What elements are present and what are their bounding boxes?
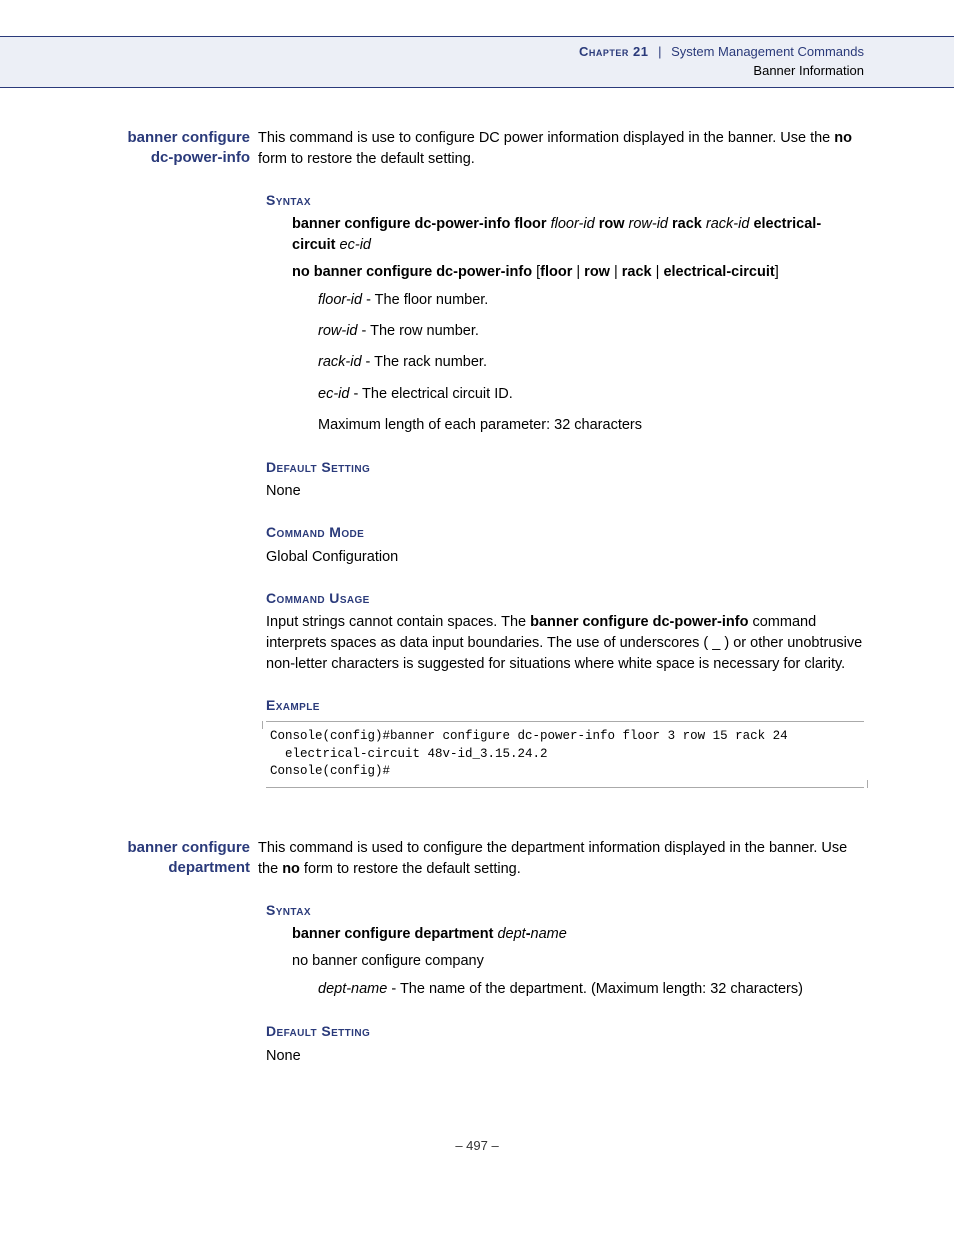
syn-kw: electrical-circuit <box>663 264 774 280</box>
example-heading: Example <box>266 695 864 715</box>
command-name: banner configure department <box>90 838 258 879</box>
param-desc: - The row number. <box>357 323 478 339</box>
syn-bar: | <box>610 264 622 280</box>
usage-text: Input strings cannot contain spaces. The… <box>266 612 864 675</box>
syn-kw: floor <box>540 264 572 280</box>
command-description: This command is use to configure DC powe… <box>258 128 864 170</box>
param-desc: - The floor number. <box>362 292 488 308</box>
param-dept-name: dept-name - The name of the department. … <box>318 978 864 1001</box>
desc-text: This command is use to configure DC powe… <box>258 130 834 146</box>
syn-arg: row-id <box>629 216 668 232</box>
desc-text2: form to restore the default setting. <box>258 151 475 167</box>
chapter-title: System Management Commands <box>671 44 864 59</box>
usage-bold: banner configure dc-power-info <box>530 614 748 630</box>
cmd-name-l2: department <box>168 859 250 876</box>
syn-kw: rack <box>622 264 652 280</box>
param-name: dept-name <box>318 981 387 997</box>
desc-no: no <box>282 861 300 877</box>
syntax-line-1: banner configure department dept-name <box>292 924 864 945</box>
syn-bar: | <box>572 264 584 280</box>
syn-bar: | <box>652 264 664 280</box>
header-line1: Chapter 21 | System Management Commands <box>0 43 864 62</box>
param-floor-id: floor-id - The floor number. <box>318 289 864 312</box>
section-gap <box>90 798 864 838</box>
syn-arg: floor-id <box>551 216 595 232</box>
command-body: Syntax banner configure dc-power-info fl… <box>266 190 864 788</box>
syn-kw: no banner configure dc-power-info <box>292 264 532 280</box>
syntax-line-2: no banner configure dc-power-info [floor… <box>292 262 864 283</box>
syn-kw: banner configure department <box>292 926 493 942</box>
content-area: banner configure dc-power-info This comm… <box>0 128 954 1067</box>
cmd-name-l1: banner configure <box>127 129 250 146</box>
param-rack-id: rack-id - The rack number. <box>318 351 864 374</box>
example-code-block: Console(config)#banner configure dc-powe… <box>266 721 864 788</box>
command-name: banner configure dc-power-info <box>90 128 258 169</box>
param-desc: - The name of the department. (Maximum l… <box>387 981 803 997</box>
command-body: Syntax banner configure department dept-… <box>266 900 864 1067</box>
command-department: banner configure department This command… <box>90 838 864 880</box>
desc-no: no <box>834 130 852 146</box>
syn-kw: row <box>599 216 625 232</box>
default-value: None <box>266 1046 864 1067</box>
param-name: rack-id <box>318 354 362 370</box>
command-dc-power-info: banner configure dc-power-info This comm… <box>90 128 864 170</box>
default-value: None <box>266 481 864 502</box>
command-description: This command is used to configure the de… <box>258 838 864 880</box>
desc-text2: form to restore the default setting. <box>300 861 521 877</box>
syn-kw: row <box>584 264 610 280</box>
syn-arg: name <box>531 926 567 942</box>
param-name: ec-id <box>318 386 349 402</box>
mode-value: Global Configuration <box>266 547 864 568</box>
usage-heading: Command Usage <box>266 588 864 608</box>
default-heading: Default Setting <box>266 457 864 477</box>
param-max-length: Maximum length of each parameter: 32 cha… <box>318 414 864 437</box>
syntax-heading: Syntax <box>266 190 864 210</box>
syntax-heading: Syntax <box>266 900 864 920</box>
param-desc: - The rack number. <box>362 354 487 370</box>
syn-arg: dept <box>497 926 525 942</box>
header-separator: | <box>658 44 661 59</box>
page-footer: – 497 – <box>0 1137 954 1156</box>
default-heading: Default Setting <box>266 1021 864 1041</box>
param-name: floor-id <box>318 292 362 308</box>
cmd-name-l1: banner configure <box>127 839 250 856</box>
param-row-id: row-id - The row number. <box>318 320 864 343</box>
param-ec-id: ec-id - The electrical circuit ID. <box>318 383 864 406</box>
syn-kw: rack <box>672 216 702 232</box>
param-desc: - The electrical circuit ID. <box>349 386 512 402</box>
mode-heading: Command Mode <box>266 522 864 542</box>
syntax-line-1: banner configure dc-power-info floor flo… <box>292 214 864 256</box>
syn-bracket: ] <box>775 264 779 280</box>
syn-kw: banner configure dc-power-info floor <box>292 216 547 232</box>
header-subtitle: Banner Information <box>0 62 864 81</box>
cmd-name-l2: dc-power-info <box>151 149 250 166</box>
chapter-label: Chapter 21 <box>579 44 648 59</box>
syn-arg: ec-id <box>340 237 371 253</box>
param-name: row-id <box>318 323 357 339</box>
usage-p1: Input strings cannot contain spaces. The <box>266 614 530 630</box>
syn-arg: rack-id <box>706 216 750 232</box>
syntax-line-2: no banner configure company <box>292 951 864 972</box>
page-header: Chapter 21 | System Management Commands … <box>0 36 954 88</box>
